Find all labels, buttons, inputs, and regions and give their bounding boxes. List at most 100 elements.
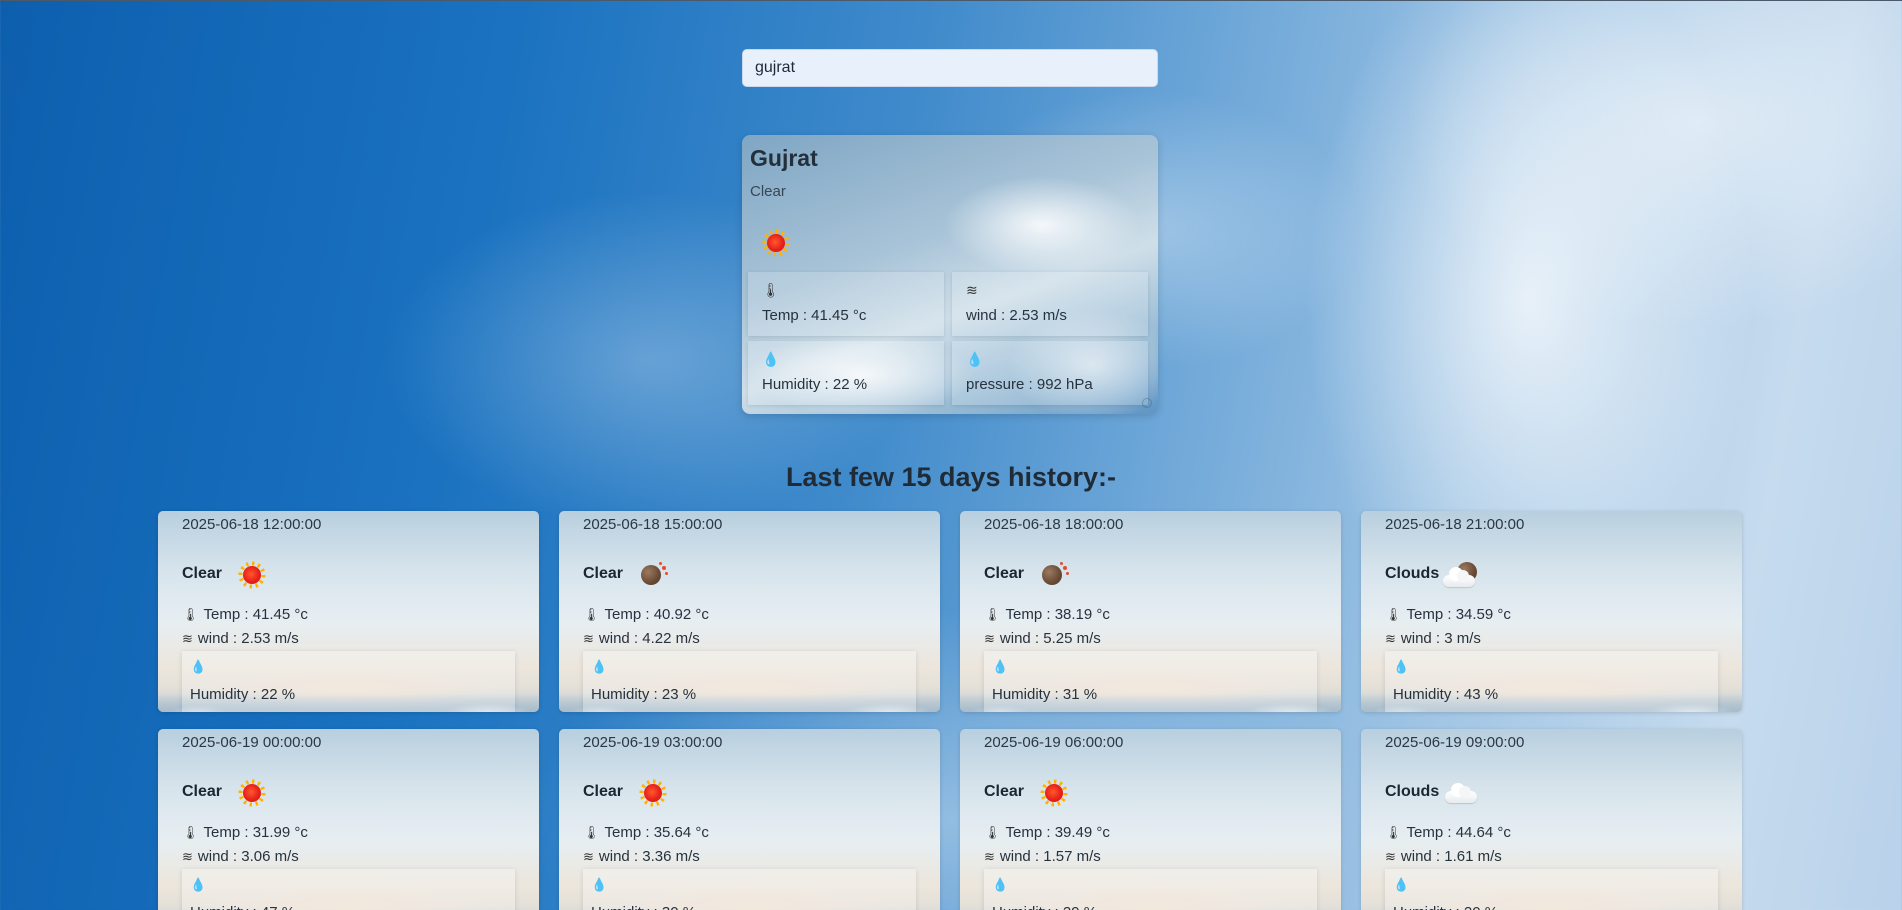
history-wind: ≋ wind : 3.36 m/s bbox=[583, 848, 700, 865]
droplet-icon: 💧 bbox=[1393, 877, 1410, 892]
cloud-icon bbox=[1441, 779, 1481, 810]
sun-icon bbox=[238, 561, 266, 594]
history-datetime: 2025-06-18 18:00:00 bbox=[984, 516, 1124, 533]
history-title: Last few 15 days history:- bbox=[785, 462, 1117, 492]
history-wind-value: wind : 3 m/s bbox=[1400, 630, 1481, 647]
history-wind-value: wind : 3.36 m/s bbox=[598, 848, 700, 865]
history-wind: ≋ wind : 4.22 m/s bbox=[583, 630, 700, 647]
droplet-icon: 💧 bbox=[190, 659, 207, 674]
history-temp-value: Temp : 34.59 °c bbox=[1406, 606, 1511, 623]
thermometer-icon: 🌡 bbox=[1385, 825, 1402, 840]
history-temp: 🌡 Temp : 31.99 °c bbox=[182, 824, 308, 841]
history-condition: Clear bbox=[583, 565, 624, 582]
wind-icon: ≋ bbox=[182, 631, 193, 646]
humidity-value: Humidity : 22 % bbox=[762, 376, 868, 393]
history-temp-value: Temp : 38.19 °c bbox=[1005, 606, 1110, 623]
temp-stat: 🌡 Temp : 41.45 °c bbox=[748, 272, 944, 336]
history-temp: 🌡 Temp : 34.59 °c bbox=[1385, 606, 1511, 623]
history-temp: 🌡 Temp : 40.92 °c bbox=[583, 606, 709, 623]
sun-icon bbox=[238, 779, 266, 812]
history-card: 2025-06-18 18:00:00 Clear 🌡 Temp : 38.19 °c… bbox=[960, 511, 1341, 712]
history-card: 2025-06-18 12:00:00 Clear 🌡 Temp : 41.45 °c… bbox=[158, 511, 539, 712]
history-humidity-value: Humidity : 31 % bbox=[992, 686, 1098, 703]
city-name: Gujrat bbox=[750, 145, 818, 171]
wind-icon: ≋ bbox=[984, 631, 995, 646]
history-card: 2025-06-19 09:00:00 Clouds 🌡 Temp : 44.64 °… bbox=[1361, 729, 1742, 910]
history-humidity-box: 💧 Humidity : 20 % bbox=[1385, 869, 1718, 910]
history-wind-value: wind : 4.22 m/s bbox=[598, 630, 700, 647]
thermometer-icon: 🌡 bbox=[182, 825, 199, 840]
history-datetime: 2025-06-18 12:00:00 bbox=[182, 516, 322, 533]
history-humidity-box: 💧 Humidity : 22 % bbox=[182, 651, 515, 712]
history-wind: ≋ wind : 2.53 m/s bbox=[182, 630, 299, 647]
history-condition: Clear bbox=[984, 783, 1025, 800]
history-temp: 🌡 Temp : 39.49 °c bbox=[984, 824, 1110, 841]
history-datetime: 2025-06-19 00:00:00 bbox=[182, 734, 322, 751]
thermometer-icon: 🌡 bbox=[984, 607, 1001, 622]
history-humidity-box: 💧 Humidity : 47 % bbox=[182, 869, 515, 910]
history-humidity-box: 💧 Humidity : 43 % bbox=[1385, 651, 1718, 712]
history-humidity-value: Humidity : 47 % bbox=[190, 904, 295, 910]
history-card: 2025-06-19 03:00:00 Clear 🌡 Temp : 35.64 °c… bbox=[559, 729, 940, 910]
humidity-stat: 💧 Humidity : 22 % bbox=[748, 341, 944, 405]
history-temp-value: Temp : 40.92 °c bbox=[604, 606, 709, 623]
thermometer-icon: 🌡 bbox=[583, 607, 600, 622]
history-wind: ≋ wind : 1.61 m/s bbox=[1385, 848, 1502, 865]
history-temp-value: Temp : 39.49 °c bbox=[1005, 824, 1110, 841]
history-wind-value: wind : 1.61 m/s bbox=[1400, 848, 1502, 865]
history-condition: Clear bbox=[583, 783, 624, 800]
history-temp-value: Temp : 41.45 °c bbox=[203, 606, 308, 623]
wind-icon: ≋ bbox=[583, 849, 594, 864]
top-border bbox=[0, 0, 1902, 1]
thermometer-icon: 🌡 bbox=[762, 282, 780, 298]
history-temp-value: Temp : 31.99 °c bbox=[203, 824, 308, 841]
droplet-icon: 💧 bbox=[1393, 659, 1410, 674]
history-wind-value: wind : 5.25 m/s bbox=[999, 630, 1101, 647]
history-condition: Clouds bbox=[1385, 783, 1440, 800]
wind-icon: ≋ bbox=[966, 282, 978, 298]
pressure-value: pressure : 992 hPa bbox=[966, 376, 1093, 393]
history-datetime: 2025-06-19 03:00:00 bbox=[583, 734, 723, 751]
thermometer-icon: 🌡 bbox=[1385, 607, 1402, 622]
droplet-icon: 💧 bbox=[992, 659, 1009, 674]
history-card: 2025-06-19 00:00:00 Clear 🌡 Temp : 31.99 °c… bbox=[158, 729, 539, 910]
history-temp: 🌡 Temp : 35.64 °c bbox=[583, 824, 709, 841]
droplet-icon: 💧 bbox=[762, 351, 780, 367]
history-temp-value: Temp : 35.64 °c bbox=[604, 824, 709, 841]
history-humidity-value: Humidity : 29 % bbox=[992, 904, 1097, 910]
moon-icon bbox=[1040, 561, 1070, 592]
history-humidity-value: Humidity : 23 % bbox=[591, 686, 697, 703]
thermometer-icon: 🌡 bbox=[182, 607, 199, 622]
history-condition: Clouds bbox=[1385, 565, 1440, 582]
wind-icon: ≋ bbox=[1385, 849, 1396, 864]
pressure-stat: 💧 pressure : 992 hPa bbox=[952, 341, 1148, 405]
history-condition: Clear bbox=[984, 565, 1025, 582]
history-wind: ≋ wind : 5.25 m/s bbox=[984, 630, 1101, 647]
weather-description: Clear bbox=[750, 183, 786, 200]
droplet-icon: 💧 bbox=[992, 877, 1009, 892]
wind-icon: ≋ bbox=[583, 631, 594, 646]
history-wind: ≋ wind : 1.57 m/s bbox=[984, 848, 1101, 865]
sun-icon bbox=[762, 229, 790, 262]
history-humidity-value: Humidity : 20 % bbox=[1393, 904, 1498, 910]
history-temp: 🌡 Temp : 41.45 °c bbox=[182, 606, 308, 623]
droplet-icon: 💧 bbox=[190, 877, 207, 892]
wind-icon: ≋ bbox=[1385, 631, 1396, 646]
temp-value: Temp : 41.45 °c bbox=[762, 307, 867, 324]
corner-indicator bbox=[1142, 398, 1152, 408]
history-temp: 🌡 Temp : 38.19 °c bbox=[984, 606, 1110, 623]
history-datetime: 2025-06-18 15:00:00 bbox=[583, 516, 723, 533]
wind-stat: ≋ wind : 2.53 m/s bbox=[952, 272, 1148, 336]
history-card: 2025-06-19 06:00:00 Clear 🌡 Temp : 39.49 °c… bbox=[960, 729, 1341, 910]
thermometer-icon: 🌡 bbox=[984, 825, 1001, 840]
history-humidity-box: 💧 Humidity : 29 % bbox=[984, 869, 1317, 910]
wind-value: wind : 2.53 m/s bbox=[966, 307, 1067, 324]
history-humidity-value: Humidity : 43 % bbox=[1393, 686, 1499, 703]
history-card: 2025-06-18 21:00:00 Clouds 🌡 Temp : 34.59 °… bbox=[1361, 511, 1742, 712]
history-condition: Clear bbox=[182, 783, 223, 800]
history-humidity-value: Humidity : 22 % bbox=[190, 686, 296, 703]
city-search-input[interactable] bbox=[742, 49, 1158, 87]
history-wind-value: wind : 3.06 m/s bbox=[197, 848, 299, 865]
history-wind: ≋ wind : 3.06 m/s bbox=[182, 848, 299, 865]
sun-icon bbox=[639, 779, 667, 812]
